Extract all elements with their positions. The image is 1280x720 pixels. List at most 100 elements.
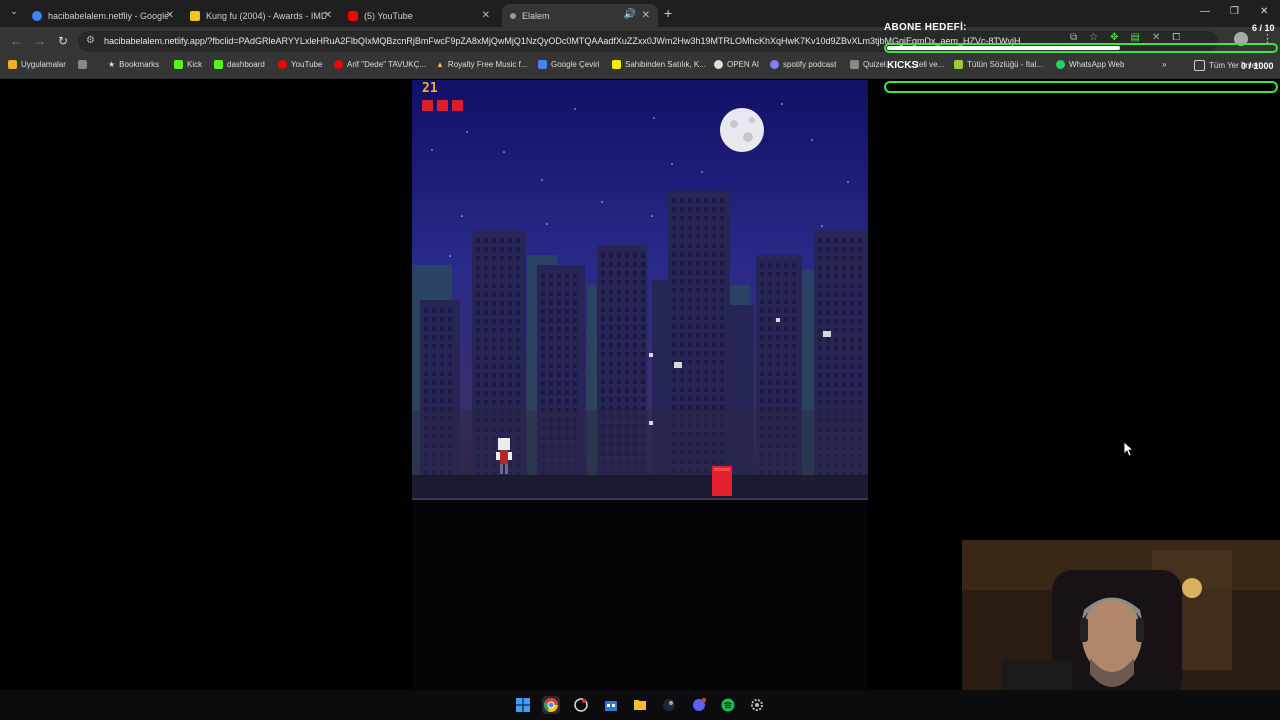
bookmark-google-translate[interactable]: Google Çeviri: [538, 60, 599, 69]
building-window: [712, 288, 716, 293]
building-window: [834, 364, 838, 369]
tab-title: Kung fu (2004) - Awards - IMDb: [206, 10, 326, 21]
building-window: [704, 297, 708, 302]
building-window: [818, 247, 822, 252]
settings-icon[interactable]: [748, 696, 766, 714]
bookmark-bookmarks[interactable]: ★ Bookmarks: [108, 60, 159, 69]
discord-icon[interactable]: [690, 696, 708, 714]
building-window: [696, 288, 700, 293]
building-window: [508, 355, 512, 360]
bookmark-kick[interactable]: Kick: [174, 60, 202, 69]
building-window: [516, 355, 520, 360]
file-explorer-icon[interactable]: [631, 696, 649, 714]
tab-elalem[interactable]: Elalem 🔊 ✕: [502, 4, 658, 27]
night-city-scene: [412, 80, 868, 690]
forward-button[interactable]: →: [34, 34, 46, 48]
bookmark-dashboard[interactable]: dashboard: [214, 60, 265, 69]
bookmark-whatsapp[interactable]: WhatsApp Web: [1056, 60, 1124, 69]
building-window: [476, 238, 480, 243]
building-window: [573, 399, 577, 404]
building-window: [776, 344, 780, 349]
building-window: [696, 333, 700, 338]
spotify-icon[interactable]: [719, 696, 737, 714]
extensions-puzzle-icon[interactable]: ⧠: [1172, 32, 1180, 43]
chrome-icon[interactable]: [542, 696, 560, 714]
tab-search-button[interactable]: ⌄: [6, 6, 22, 20]
building-window: [641, 307, 645, 312]
building-window: [541, 399, 545, 404]
bookmark-grid[interactable]: [78, 60, 91, 69]
bookmark-tutun-sozlugu[interactable]: Tütün Sözlüğü - İtal...: [954, 60, 1043, 69]
building-window: [818, 292, 822, 297]
close-tab-icon[interactable]: ✕: [166, 10, 174, 21]
building-window: [850, 238, 854, 243]
building-window: [484, 319, 488, 324]
building-window: [516, 310, 520, 315]
tab-imdb[interactable]: Kung fu (2004) - Awards - IMDb ✕: [182, 4, 340, 27]
bookmark-openai[interactable]: OPEN AI: [714, 60, 759, 69]
bookmark-sahibinden[interactable]: Sahibinden Satılık, K...: [612, 60, 706, 69]
building-window: [712, 198, 716, 203]
close-tab-icon[interactable]: ✕: [642, 10, 650, 21]
store-icon[interactable]: [602, 696, 620, 714]
close-tab-icon[interactable]: ✕: [324, 10, 332, 21]
bookmark-apps[interactable]: Uygulamalar: [8, 60, 66, 69]
bookmark-youtube[interactable]: YouTube: [278, 60, 322, 69]
close-window-icon[interactable]: ✕: [1260, 6, 1268, 17]
bookmark-star-icon[interactable]: ☆: [1089, 32, 1098, 43]
building-window: [565, 300, 569, 305]
bookmark-spotify-podcast[interactable]: spotify podcast: [770, 60, 836, 69]
s-icon: [612, 60, 621, 69]
building-window: [601, 307, 605, 312]
extension-icon[interactable]: ✕: [1152, 32, 1160, 43]
building-window: [712, 378, 716, 383]
steam-icon[interactable]: [660, 696, 678, 714]
building-window: [850, 247, 854, 252]
bookmark-royalty-free-music[interactable]: ▲ Royalty Free Music f...: [436, 60, 528, 69]
close-tab-icon[interactable]: ✕: [482, 10, 490, 21]
extension-icon[interactable]: ✥: [1110, 32, 1118, 43]
building-window: [432, 317, 436, 322]
building-window: [633, 280, 637, 285]
building-window: [609, 370, 613, 375]
translate-icon[interactable]: ⧉: [1070, 32, 1077, 43]
building-window: [792, 335, 796, 340]
bookmark-arif-dede[interactable]: Arif "Dede" TAVUKÇ...: [334, 60, 426, 69]
new-tab-button[interactable]: +: [664, 5, 672, 21]
building-window: [617, 289, 621, 294]
building-window: [492, 382, 496, 387]
windows-start-icon[interactable]: [514, 696, 532, 714]
building-window: [704, 198, 708, 203]
back-button[interactable]: ←: [10, 34, 22, 48]
building-window: [776, 299, 780, 304]
extension-icon[interactable]: ▤: [1131, 32, 1140, 43]
building-window: [609, 316, 613, 321]
building-window: [792, 362, 796, 367]
building-window: [625, 298, 629, 303]
game-canvas[interactable]: 21: [412, 80, 868, 690]
building-window: [541, 300, 545, 305]
building-window: [858, 355, 862, 360]
building-window: [424, 344, 428, 349]
building-window: [704, 306, 708, 311]
reload-button[interactable]: ↻: [58, 34, 68, 48]
building-window: [641, 352, 645, 357]
building-window: [508, 238, 512, 243]
building-window: [858, 265, 862, 270]
minimize-icon[interactable]: —: [1200, 6, 1210, 17]
bookmark-quizel[interactable]: Quizel...: [850, 60, 892, 69]
tab-hacibabelalem[interactable]: hacibabelalem.netfliy - Google ✕: [24, 4, 182, 27]
building-window: [500, 319, 504, 324]
building-window: [768, 371, 772, 376]
restore-icon[interactable]: ❐: [1230, 6, 1239, 17]
building-window: [696, 351, 700, 356]
building-window: [573, 291, 577, 296]
building-window: [760, 335, 764, 340]
bookmarks-overflow-icon[interactable]: »: [1162, 60, 1166, 69]
building-window: [484, 283, 488, 288]
obs-icon[interactable]: [572, 696, 590, 714]
youtube-icon: [278, 60, 287, 69]
site-info-icon[interactable]: ⚙: [86, 35, 95, 46]
audio-playing-icon[interactable]: 🔊: [624, 9, 636, 20]
tab-youtube[interactable]: (5) YouTube ✕: [340, 4, 498, 27]
